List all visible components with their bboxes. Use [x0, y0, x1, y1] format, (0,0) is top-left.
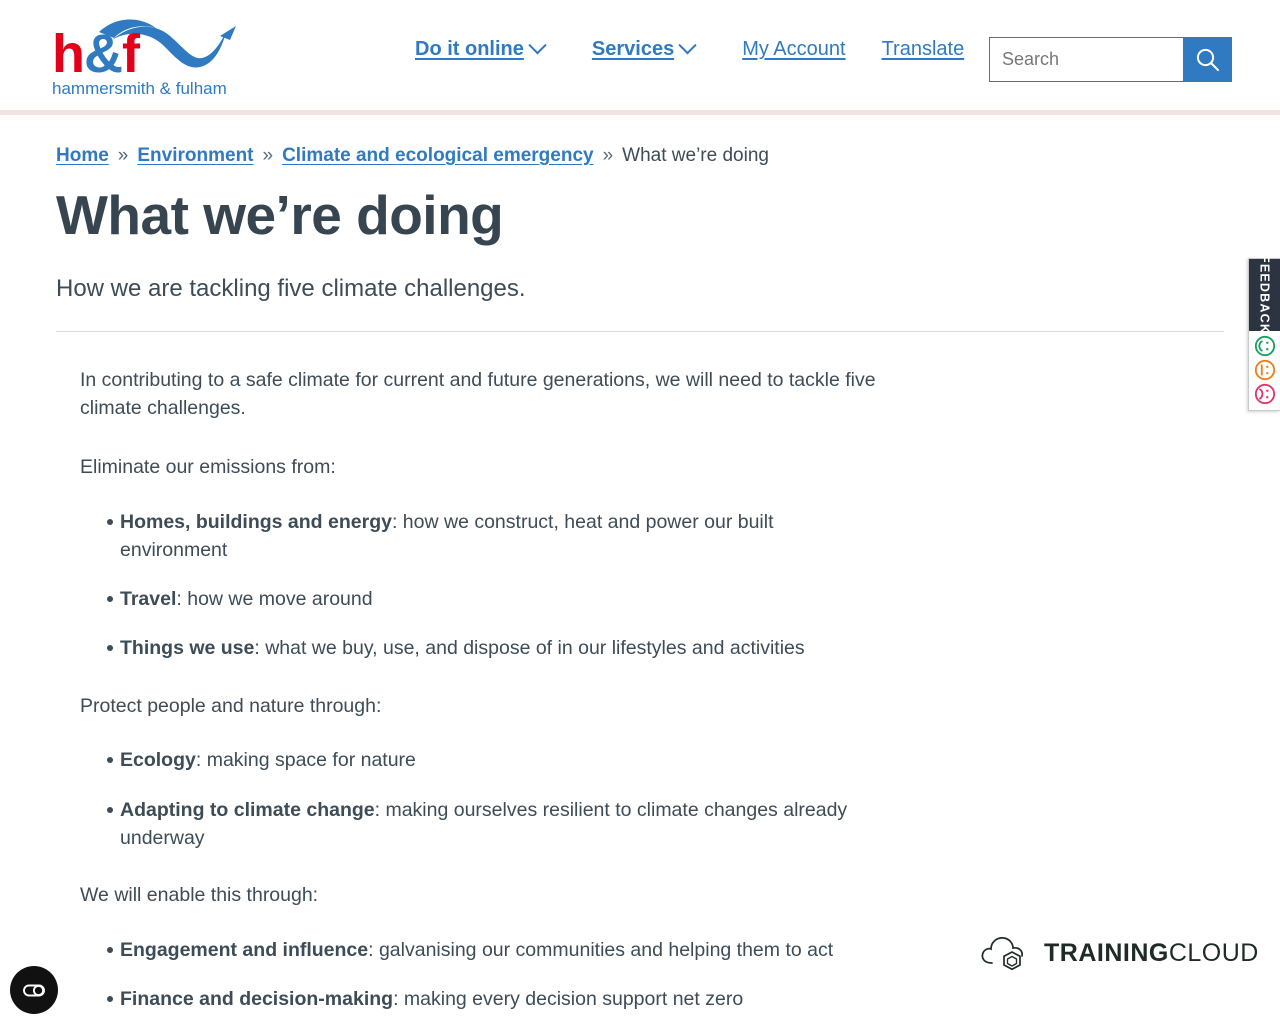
list-item-lead: Engagement and influence [120, 938, 369, 961]
accessibility-widget-icon [23, 984, 45, 997]
breadcrumb-separator: » [602, 145, 614, 166]
search-icon [1196, 48, 1219, 71]
site-logo[interactable]: h & f hammersmith & fulham [44, 14, 244, 102]
list-item-text: : galvanising our communities and helpin… [368, 938, 834, 961]
section-heading-emissions: Eliminate our emissions from: [80, 455, 336, 478]
cloud-hexagon-icon [981, 937, 1023, 971]
breadcrumb-item-environment[interactable]: Environment [137, 145, 253, 167]
nav-item-services[interactable]: Services [591, 36, 697, 61]
section-heading-enable: We will enable this through: [80, 884, 319, 907]
svg-text:h: h [52, 24, 85, 84]
nav-item-label: Do it online [415, 38, 524, 60]
chevron-down-icon [528, 36, 547, 55]
trainingcloud-bold-text: TRAINING [1044, 938, 1169, 967]
feedback-tab[interactable]: FEEDBACK [1249, 255, 1280, 335]
protect-list: Ecology: making space for nature Adaptin… [80, 746, 880, 852]
nav-item-label: Services [591, 38, 675, 60]
breadcrumb-item-home[interactable]: Home [56, 145, 109, 167]
accessibility-widget-button[interactable] [10, 966, 58, 1014]
nav-item-translate[interactable]: Translate [882, 38, 965, 61]
nav-item-my-account[interactable]: My Account [742, 38, 845, 61]
list-item: Travel: how we move around [80, 585, 880, 613]
section-heading-protect: Protect people and nature through: [80, 694, 382, 717]
main-content: In contributing to a safe climate for cu… [80, 366, 880, 1024]
list-item-text: : making every decision support net zero [393, 988, 744, 1010]
feedback-widget: FEEDBACK [1248, 255, 1280, 411]
list-item-text: : what we buy, use, and dispose of in ou… [254, 637, 805, 660]
breadcrumb-item-climate-emergency[interactable]: Climate and ecological emergency [282, 145, 594, 167]
list-item-lead: Ecology [120, 749, 196, 772]
nav-item-label: My Account [742, 38, 846, 60]
nav-item-label: Translate [881, 38, 965, 60]
list-item-lead: Adapting to climate change [120, 798, 375, 821]
hf-logo-icon: h & f hammersmith & fulham [52, 19, 236, 98]
trainingcloud-wordmark: TRAININGCLOUD [1044, 939, 1259, 968]
trainingcloud-logo: TRAININGCLOUD [978, 932, 1259, 974]
page-subtitle: How we are tackling five climate challen… [56, 274, 526, 302]
primary-nav: Do it online Services My Account Transla… [415, 36, 1000, 61]
list-item: Adapting to climate change: making ourse… [80, 796, 880, 853]
list-item: Finance and decision-making: making ever… [80, 985, 880, 1013]
search-button[interactable] [1183, 37, 1232, 82]
breadcrumb-separator: » [117, 145, 129, 166]
nav-item-do-it-online[interactable]: Do it online [415, 36, 547, 61]
feedback-tab-label: FEEDBACK [1257, 255, 1272, 335]
chevron-down-icon [678, 36, 697, 55]
list-item-lead: Finance and decision-making [120, 988, 394, 1010]
search-area [989, 37, 1232, 82]
neutral-face-icon[interactable] [1254, 359, 1276, 381]
page-title: What we’re doing [56, 184, 504, 246]
list-item-text: : how we move around [176, 588, 373, 611]
search-input[interactable] [989, 37, 1183, 82]
enable-list: Engagement and influence: galvanising ou… [80, 936, 880, 1024]
svg-text:&: & [84, 24, 123, 84]
intro-paragraph: In contributing to a safe climate for cu… [80, 368, 876, 420]
feedback-rating-options [1249, 331, 1280, 410]
list-item: Ecology: making space for nature [80, 746, 880, 774]
list-item: Homes, buildings and energy: how we cons… [80, 508, 880, 565]
happy-face-icon[interactable] [1254, 335, 1276, 357]
trainingcloud-light-text: CLOUD [1168, 938, 1259, 967]
svg-text:f: f [122, 24, 141, 84]
site-header: h & f hammersmith & fulham Do it online … [0, 0, 1280, 115]
logo-wordmark: hammersmith & fulham [52, 79, 227, 98]
emissions-list: Homes, buildings and energy: how we cons… [80, 508, 880, 663]
list-item-lead: Things we use [120, 637, 255, 660]
title-divider [56, 330, 1224, 332]
list-item-lead: Homes, buildings and energy [120, 510, 392, 533]
list-item: Engagement and influence: galvanising ou… [80, 936, 880, 964]
list-item-lead: Travel [120, 588, 177, 611]
list-item: Things we use: what we buy, use, and dis… [80, 634, 880, 662]
breadcrumb-current: What we’re doing [622, 145, 769, 166]
breadcrumb: Home » Environment » Climate and ecologi… [56, 145, 1280, 167]
sad-face-icon[interactable] [1254, 383, 1276, 405]
breadcrumb-separator: » [262, 145, 274, 166]
list-item-text: : making space for nature [195, 749, 416, 772]
